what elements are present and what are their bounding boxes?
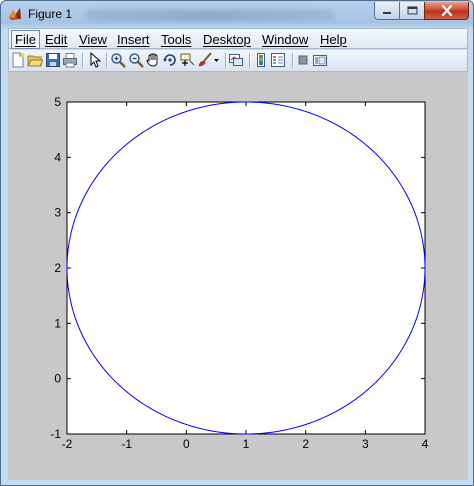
zoom-out-icon[interactable] <box>128 52 144 68</box>
maximize-icon <box>407 6 417 15</box>
edit-plot-arrow-icon[interactable] <box>87 52 103 68</box>
insert-colorbar-icon[interactable] <box>253 52 269 68</box>
x-tick-label: 4 <box>422 437 429 451</box>
zoom-in-icon[interactable] <box>110 52 126 68</box>
title-bar[interactable]: Figure 1 <box>1 1 473 28</box>
menu-insert[interactable]: Insert <box>117 32 150 47</box>
print-icon[interactable] <box>62 52 78 68</box>
y-tick-label: 1 <box>54 316 61 330</box>
minimize-button[interactable] <box>374 2 400 20</box>
matlab-icon <box>9 8 21 20</box>
pan-hand-icon[interactable] <box>145 52 161 68</box>
axes-box <box>66 101 426 435</box>
toolbar-separator <box>225 53 226 68</box>
y-tick-label: 5 <box>54 95 61 109</box>
figure-toolbar <box>8 50 468 72</box>
y-tick-label: 4 <box>54 150 61 164</box>
menu-view[interactable]: View <box>79 32 107 47</box>
new-figure-icon[interactable] <box>10 52 26 68</box>
y-tick-label: 0 <box>54 372 61 386</box>
minimize-icon <box>383 11 391 14</box>
x-tick-label: 3 <box>362 437 369 451</box>
x-tick-label: 2 <box>302 437 309 451</box>
hide-plot-tools-icon[interactable] <box>295 52 311 68</box>
figure-canvas: -2 -1 0 1 2 3 4 -1 0 1 2 3 4 5 <box>8 72 468 480</box>
link-plot-icon[interactable] <box>228 52 244 68</box>
menu-window[interactable]: Window <box>262 32 308 47</box>
show-plot-tools-icon[interactable] <box>312 52 328 68</box>
rotate-3d-icon[interactable] <box>162 52 178 68</box>
insert-legend-icon[interactable] <box>270 52 286 68</box>
maximize-button[interactable] <box>399 2 425 20</box>
y-tick-label: 2 <box>54 261 61 275</box>
data-cursor-icon[interactable] <box>179 52 195 68</box>
menu-bar: File Edit View Insert Tools Desktop Wind… <box>8 28 468 49</box>
y-tick-label: 3 <box>54 206 61 220</box>
x-tick-label: -2 <box>62 437 73 451</box>
menu-edit[interactable]: Edit <box>45 32 67 47</box>
toolbar-separator <box>106 53 107 68</box>
brush-dropdown-icon[interactable] <box>212 52 221 68</box>
close-button[interactable] <box>424 2 469 20</box>
plot-axes-svg[interactable]: -2 -1 0 1 2 3 4-1012345 <box>8 72 468 480</box>
blurred-title-path <box>85 9 335 21</box>
open-file-icon[interactable] <box>27 52 43 68</box>
x-tick-label: 1 <box>243 437 250 451</box>
menu-help[interactable]: Help <box>320 32 347 47</box>
menu-file[interactable]: File <box>11 30 40 49</box>
toolbar-separator <box>82 53 83 68</box>
y-tick-label: -1 <box>50 427 61 441</box>
brush-icon[interactable] <box>197 52 213 68</box>
x-tick-label: -1 <box>121 437 132 451</box>
save-icon[interactable] <box>45 52 61 68</box>
window-title: Figure 1 <box>28 7 73 21</box>
figure-window: Figure 1 File Edit View Insert Tools Des… <box>0 0 474 486</box>
toolbar-separator <box>249 53 250 68</box>
x-tick-label: 0 <box>183 437 190 451</box>
menu-desktop[interactable]: Desktop <box>203 32 251 47</box>
close-icon <box>441 5 452 16</box>
menu-tools[interactable]: Tools <box>161 32 191 47</box>
toolbar-separator <box>292 53 293 68</box>
